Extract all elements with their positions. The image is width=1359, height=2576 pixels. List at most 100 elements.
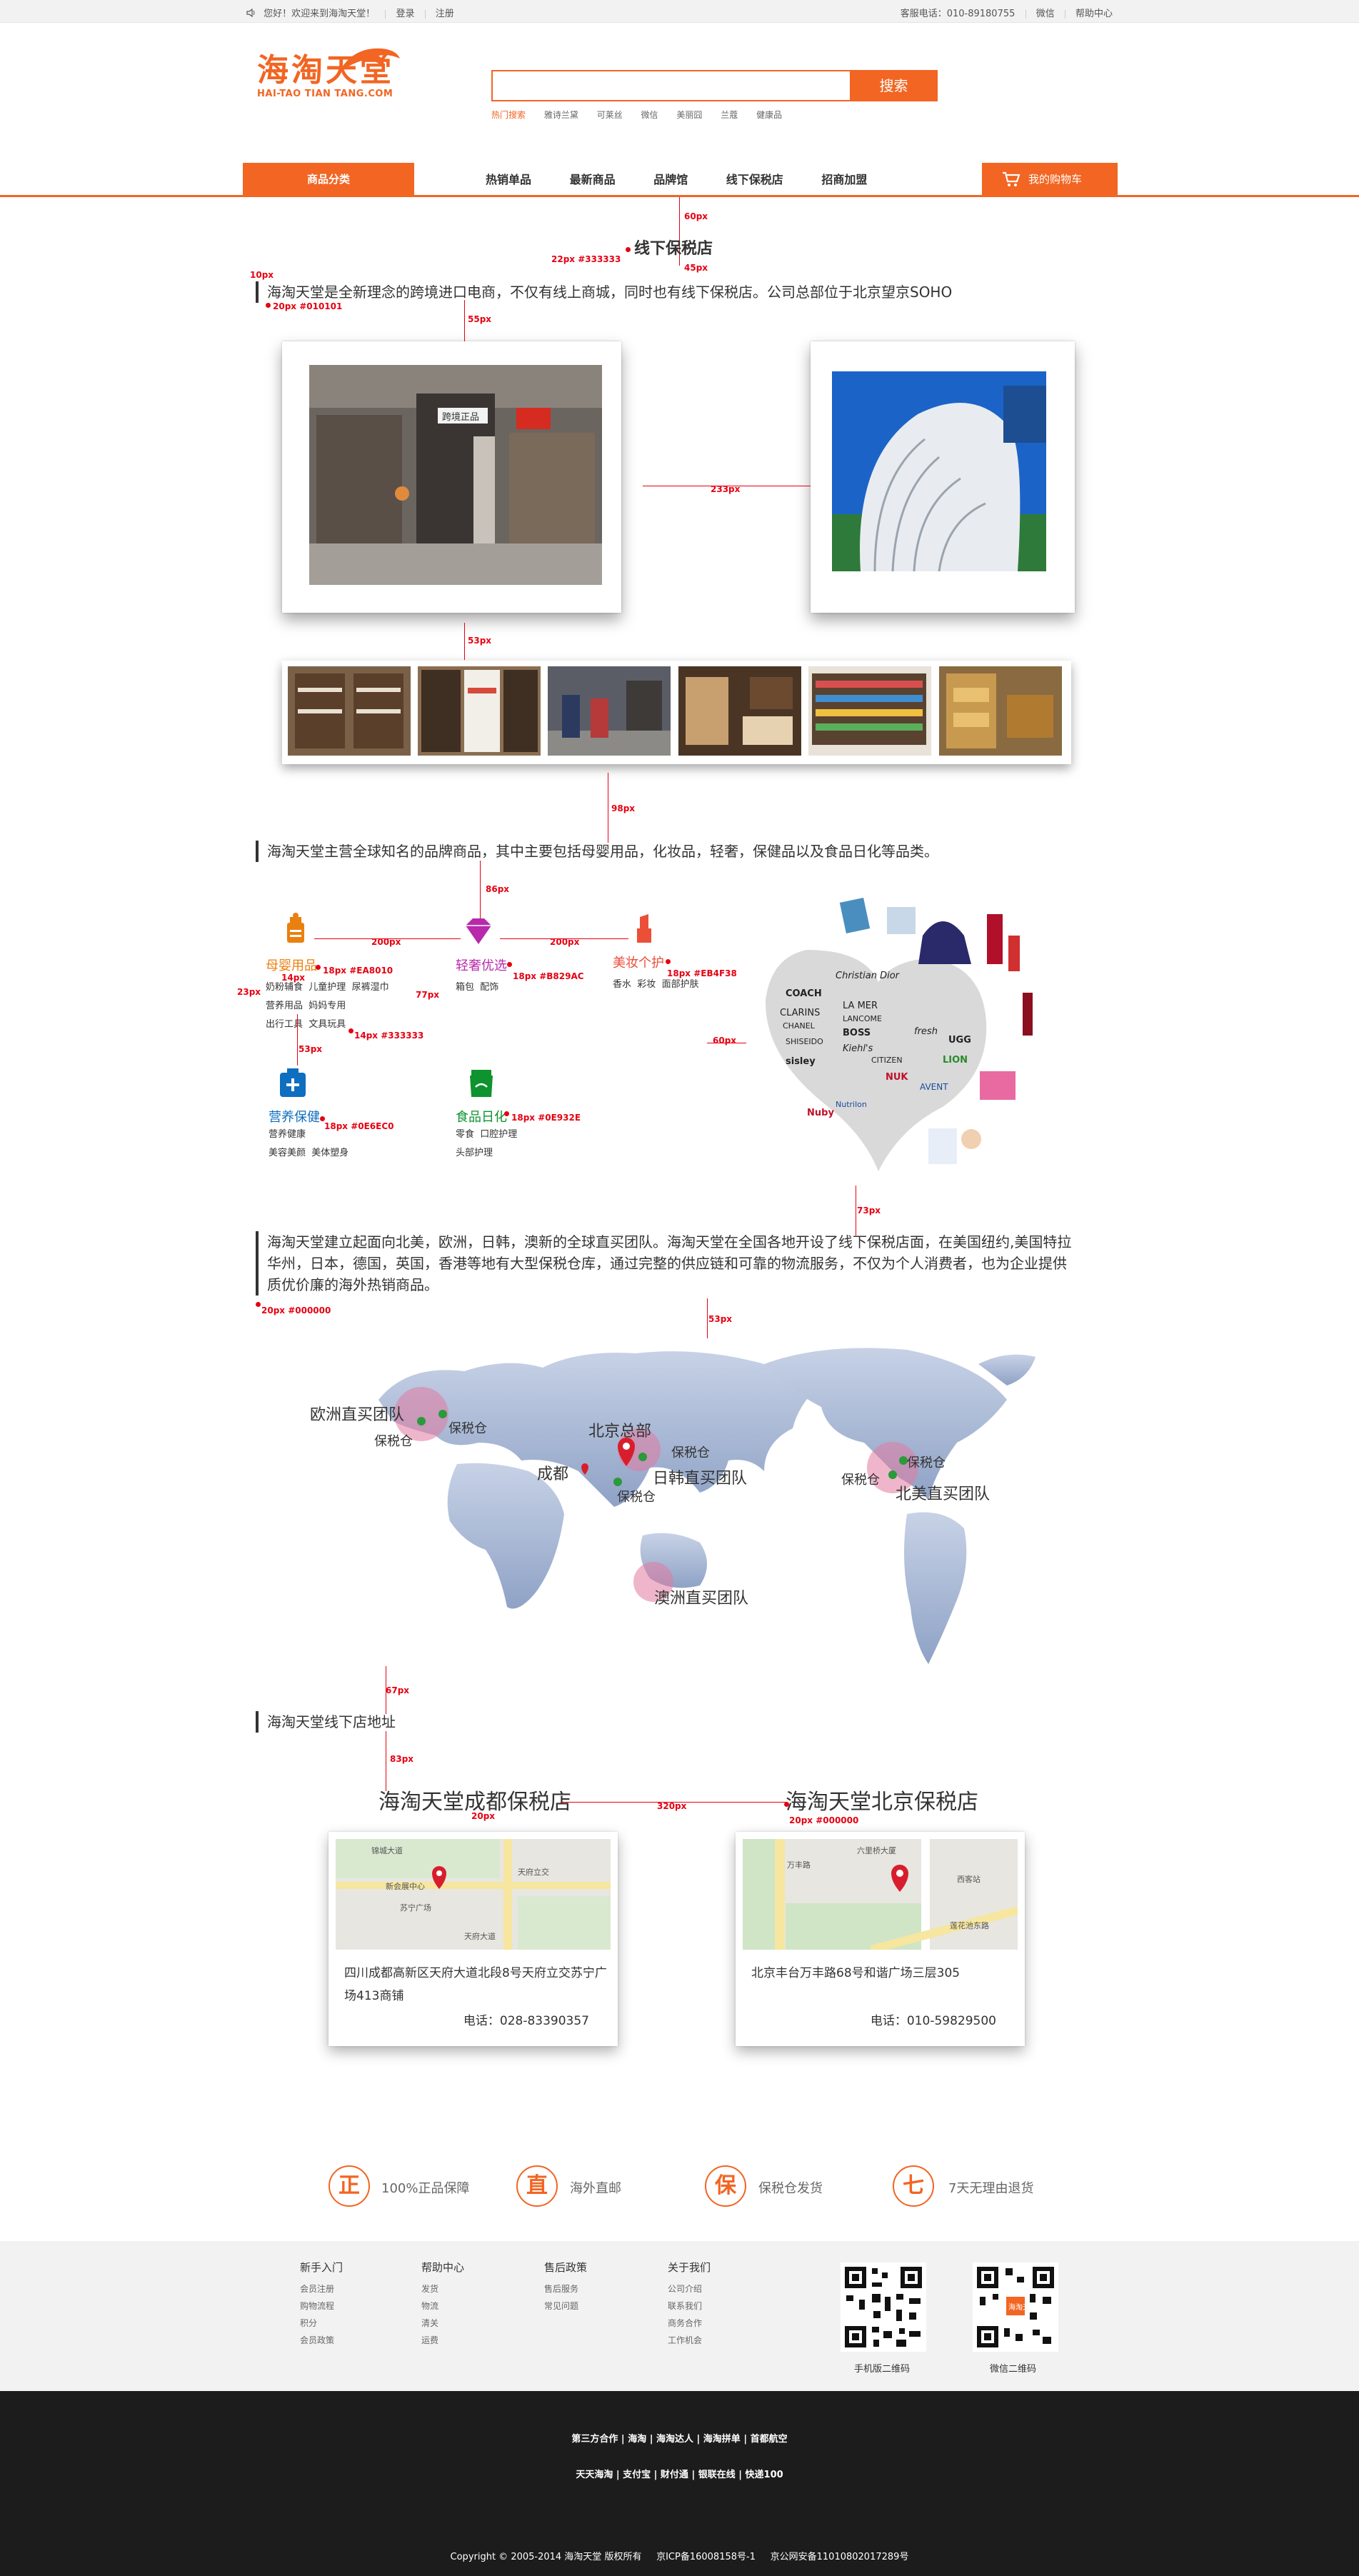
chengdu-store-map[interactable]: 锦城大道 天府立交 苏宁广场 天府大道 新会展中心	[336, 1839, 611, 1950]
annotation: 233px	[711, 484, 741, 494]
annotation: 18px #B829AC	[513, 971, 584, 981]
sub-link[interactable]: 面部护肤	[662, 979, 699, 990]
sub-link[interactable]: 配饰	[480, 982, 498, 993]
footer-link[interactable]: 联系我们	[668, 2297, 711, 2315]
category-subs: 零食 口腔护理 头部护理	[456, 1126, 517, 1163]
annotation: 98px	[611, 803, 636, 813]
hot-word[interactable]: 可莱丝	[597, 110, 623, 120]
measure-line	[464, 623, 465, 660]
search-button[interactable]: 搜索	[850, 70, 938, 101]
guarantee-returns: 7天无理由退货	[948, 2181, 1034, 2196]
sub-link[interactable]: 箱包	[456, 982, 474, 993]
brand-logo: Nutrilon	[836, 1100, 867, 1109]
store-address: 四川成都高新区天府大道北段8号天府立交苏宁广场413商铺	[344, 1966, 607, 2003]
category-mother-baby[interactable]: 母婴用品	[266, 956, 317, 974]
sub-link[interactable]: 零食	[456, 1129, 474, 1140]
login-link[interactable]: 登录	[396, 9, 414, 19]
footer-link[interactable]: 清关	[421, 2315, 464, 2332]
footer-link[interactable]: 购物流程	[300, 2297, 343, 2315]
footer-link[interactable]: 物流	[421, 2297, 464, 2315]
sub-link[interactable]: 尿裤湿巾	[352, 982, 389, 993]
store-interior-photo[interactable]: 跨境正品	[309, 365, 602, 585]
footer-link[interactable]: 工作机会	[668, 2332, 711, 2349]
store-card-beijing[interactable]: 六里桥大厦 西客站 莲花池东路 万丰路 北京丰台万丰路68号和谐广场三层305 …	[736, 1832, 1025, 2046]
cart-button[interactable]: 我的购物车	[982, 163, 1118, 196]
category-luxury[interactable]: 轻奢优选	[456, 956, 507, 974]
thumbnail-photo[interactable]	[548, 666, 671, 756]
footer-link[interactable]: 运费	[421, 2332, 464, 2349]
annotation-dot	[348, 1028, 353, 1033]
annotation: 18px #0E6EC0	[324, 1121, 394, 1131]
sub-link[interactable]: 妈妈专用	[309, 1001, 346, 1011]
sub-link[interactable]: 口腔护理	[480, 1129, 517, 1140]
nav-item-new[interactable]: 最新商品	[570, 173, 616, 186]
footer-link[interactable]: 会员政策	[300, 2332, 343, 2349]
sub-link[interactable]: 营养健康	[269, 1129, 306, 1140]
store-card-chengdu[interactable]: 锦城大道 天府立交 苏宁广场 天府大道 新会展中心 四川成都高新区天府大道北段8…	[329, 1832, 618, 2046]
category-food[interactable]: 食品日化	[456, 1107, 507, 1126]
payment-links[interactable]: 天天海淘 | 支付宝 | 财付通 | 银联在线 | 快递100	[0, 2467, 1359, 2480]
partner-links[interactable]: 第三方合作 | 海淘 | 海淘达人 | 海淘拼单 | 首都航空	[0, 2431, 1359, 2445]
annotation: 22px #333333	[551, 254, 621, 264]
map-street-label: 莲花池东路	[950, 1921, 989, 1930]
thumbnail-photo[interactable]	[418, 666, 541, 756]
sub-link[interactable]: 美容美颜	[269, 1148, 306, 1158]
nav-item-stores[interactable]: 线下保税店	[726, 173, 783, 186]
annotation: 45px	[684, 263, 708, 273]
weixin-link[interactable]: 微信	[1036, 9, 1055, 19]
category-beauty[interactable]: 美妆个护	[613, 953, 664, 971]
sub-link[interactable]: 香水	[613, 979, 631, 990]
annotation-dot	[316, 965, 321, 970]
footer-link[interactable]: 公司介绍	[668, 2280, 711, 2297]
footer-link[interactable]: 积分	[300, 2315, 343, 2332]
category-health[interactable]: 营养保健	[269, 1107, 320, 1126]
intro-store-addresses: 海淘天堂线下店地址	[256, 1711, 396, 1733]
annotation: 200px	[371, 937, 401, 947]
footer-link[interactable]: 发货	[421, 2280, 464, 2297]
register-link[interactable]: 注册	[436, 9, 454, 19]
annotation: 67px	[386, 1685, 410, 1695]
search-input[interactable]	[493, 71, 850, 100]
direct-mail-icon: 直	[516, 2165, 558, 2207]
beijing-store-map[interactable]: 六里桥大厦 西客站 莲花池东路 万丰路	[743, 1839, 1018, 1950]
thumbnail-photo[interactable]	[808, 666, 931, 756]
hot-word[interactable]: 美丽囧	[676, 110, 702, 120]
hot-word[interactable]: 兰蔻	[721, 110, 738, 120]
soho-building-photo[interactable]	[832, 371, 1046, 571]
map-label-australia: 澳洲直买团队	[654, 1590, 749, 1608]
nav-item-join[interactable]: 招商加盟	[821, 173, 867, 186]
map-label-europe: 欧洲直买团队	[310, 1406, 405, 1424]
footer-link[interactable]: 会员注册	[300, 2280, 343, 2297]
sub-link[interactable]: 文具玩具	[309, 1019, 346, 1030]
footer-link[interactable]: 商务合作	[668, 2315, 711, 2332]
map-street-label: 新会展中心	[386, 1881, 425, 1891]
thumbnail-photo[interactable]	[288, 666, 411, 756]
hot-word[interactable]: 雅诗兰黛	[544, 110, 578, 120]
nav-item-brands[interactable]: 品牌馆	[653, 173, 688, 186]
thumbnail-photo[interactable]	[939, 666, 1062, 756]
hot-word[interactable]: 微信	[641, 110, 658, 120]
annotation-dot	[504, 1111, 509, 1116]
help-link[interactable]: 帮助中心	[1075, 9, 1113, 19]
hot-word[interactable]: 健康品	[756, 110, 782, 120]
copyright: Copyright © 2005-2014 海淘天堂 版权所有 京ICP备160…	[450, 2552, 909, 2562]
map-label-warehouse: 保税仓	[448, 1421, 487, 1436]
annotation: 55px	[468, 314, 492, 324]
footer-link[interactable]: 常见问题	[544, 2297, 587, 2315]
annotation: 14px	[281, 973, 306, 983]
sub-link[interactable]: 奶粉辅食	[266, 982, 303, 993]
category-menu-button[interactable]: 商品分类	[243, 163, 414, 196]
annotation: 20px	[471, 1811, 496, 1821]
thumbnail-photo[interactable]	[678, 666, 801, 756]
sub-link[interactable]: 儿童护理	[309, 982, 346, 993]
sub-link[interactable]: 彩妆	[637, 979, 656, 990]
nav-item-hot[interactable]: 热销单品	[486, 173, 531, 186]
annotation-dot	[266, 303, 271, 308]
footer-link[interactable]: 售后服务	[544, 2280, 587, 2297]
sub-link[interactable]: 美体塑身	[311, 1148, 348, 1158]
site-logo[interactable]: 海淘天堂 HAI-TAO TIAN TANG.COM	[257, 44, 407, 116]
annotation: 20px #000000	[261, 1305, 331, 1315]
sub-link[interactable]: 头部护理	[456, 1148, 493, 1158]
sub-link[interactable]: 营养用品	[266, 1001, 303, 1011]
annotation: 53px	[299, 1044, 323, 1054]
